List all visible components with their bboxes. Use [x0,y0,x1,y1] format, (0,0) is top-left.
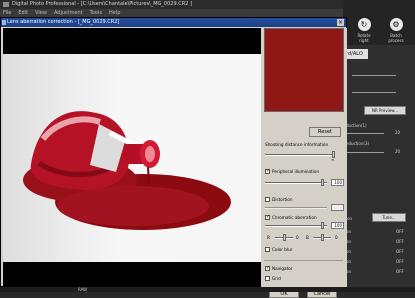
rotate-right-label: Rotate right [357,33,371,43]
chromatic-aberration-slider[interactable] [265,225,327,227]
lens-aberration-correction-dialog: Lens aberration correction - [_MG_0029.C… [0,17,347,298]
peripheral-illumination-slider[interactable] [265,182,327,184]
batch-process-label: Batch process [388,33,404,43]
close-icon[interactable]: × [337,19,344,26]
rotate-right-button[interactable]: ↻ Rotate right [353,18,375,43]
tool-palette: rd/ALO NR Preview... duction(1) 20 educt… [344,45,415,292]
red-thumb[interactable] [283,234,286,241]
option-off-2: OFF [396,239,404,244]
menu-tools[interactable]: Tools [90,9,102,17]
dialog-title-bar: Lens aberration correction - [_MG_0029.C… [1,18,346,27]
color-blur-label: Color blur [272,247,293,252]
menu-view[interactable]: View [35,9,47,17]
menu-adjustment[interactable]: Adjustment [54,9,83,17]
peripheral-illumination-label: Peripheral illumination [272,169,320,174]
tune-button[interactable]: Tune... [372,213,406,222]
color-reduction-label: eduction(3) [346,141,370,146]
batch-process-icon: ⚙ [389,18,403,31]
peripheral-illumination-thumb[interactable] [321,179,324,186]
toolbar: ↻ Rotate right ⚙ Batch process [343,0,415,45]
application-title: Digital Photo Professional - [C:\Users\C… [12,1,192,7]
nail-polish-photo [3,54,261,262]
red-value: 0 [296,235,299,240]
distortion-slider[interactable] [265,207,327,209]
color-reduction-slider[interactable] [346,152,384,153]
blue-label: B [306,235,309,240]
grid-label: Grid [272,276,281,281]
blue-thumb[interactable] [321,234,324,241]
dialog-window-icon [2,20,6,25]
chromatic-aberration-value[interactable]: 100 [331,222,344,229]
tool-palette-slider-2[interactable] [352,92,396,93]
menu-edit[interactable]: Edit [18,9,28,17]
dialog-divider [264,260,343,261]
peripheral-illumination-checkbox[interactable] [265,168,270,174]
status-bar: RAW [0,287,415,292]
menu-help[interactable]: Help [109,9,120,17]
status-raw-label: RAW [78,287,88,292]
option-off-5: OFF [396,269,404,274]
rotate-right-icon: ↻ [357,18,371,31]
distortion-label: Distortion [272,197,293,202]
reset-button[interactable]: Reset [309,127,341,137]
shooting-distance-infinity: ∞ [331,157,335,162]
shooting-distance-slider[interactable] [265,154,335,156]
chromatic-aberration-label: Chromatic aberration [272,215,317,220]
distortion-value[interactable] [331,204,344,211]
dialog-title: Lens aberration correction - [_MG_0029.C… [7,19,120,25]
nr-preview-button[interactable]: NR Preview... [364,106,406,115]
menu-bar: File Edit View Adjustment Tools Help [0,9,260,17]
distortion-checkbox[interactable] [265,197,270,202]
chromatic-aberration-checkbox[interactable] [265,214,270,220]
option-off-3: OFF [396,249,404,254]
option-off-1: OFF [396,229,404,234]
menu-file[interactable]: File [3,9,11,17]
correction-controls: Reset Shooting distance information ∞ Pe… [261,28,347,298]
luminance-reduction-slider[interactable] [346,133,384,134]
tool-palette-slider-1[interactable] [352,75,396,76]
tab-nr-alo[interactable]: rd/ALO [344,49,368,59]
app-logo-icon [3,2,9,7]
shooting-distance-label: Shooting distance information [265,142,329,147]
digital-photo-professional-window: Digital Photo Professional - [C:\Users\C… [0,0,415,298]
luminance-reduction-value: 20 [395,130,401,135]
color-blur-checkbox[interactable] [265,247,270,252]
grid-checkbox[interactable] [265,276,270,281]
chromatic-aberration-thumb[interactable] [321,222,324,229]
navigator-preview[interactable] [264,28,344,112]
navigator-label: Navigator [272,266,293,271]
batch-process-button[interactable]: ⚙ Batch process [385,18,407,43]
nail-polish-bottle-image [23,111,231,230]
color-reduction-value: 20 [395,149,401,154]
peripheral-illumination-value[interactable]: 100 [331,179,344,186]
option-off-4: OFF [396,259,404,264]
navigator-checkbox[interactable] [265,265,270,271]
red-label: R [267,235,270,240]
blue-value: 0 [335,235,338,240]
image-preview[interactable] [3,28,261,286]
luminance-reduction-label: duction(1) [346,123,367,128]
